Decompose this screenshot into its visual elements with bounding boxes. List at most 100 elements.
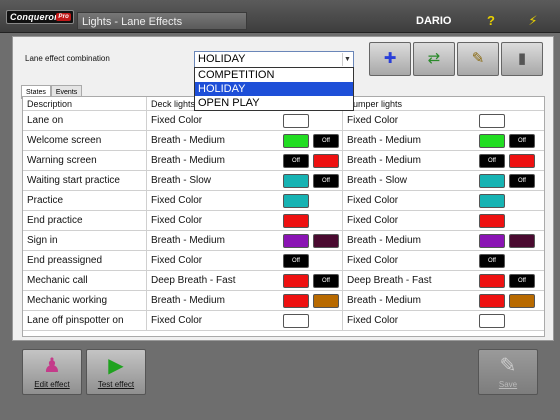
table-row[interactable]: End practice Fixed Color Fixed Color [23, 211, 544, 231]
deck-lights-cell-text: Fixed Color [151, 255, 203, 266]
chevron-down-icon[interactable]: ▼ [342, 53, 352, 66]
description-cell-text: End preassigned [27, 255, 103, 266]
deck-lights-cell-text: Deep Breath - Fast [151, 275, 236, 286]
combo-option[interactable]: OPEN PLAY [195, 96, 353, 110]
color-swatch-off[interactable]: Off [313, 174, 339, 188]
description-cell-text: Sign in [27, 235, 58, 246]
combo-option[interactable]: COMPETITION [195, 68, 353, 82]
bumper-lights-cell: Fixed Color [343, 191, 544, 210]
color-swatch[interactable] [313, 234, 339, 248]
save-button[interactable]: ✎ Save [478, 349, 538, 395]
bumper-lights-cell-text: Fixed Color [347, 315, 399, 326]
lane-effects-panel: Lane effect combination HOLIDAY ▼ COMPET… [12, 36, 554, 341]
color-swatch[interactable] [283, 194, 309, 208]
lightning-icon[interactable]: ⚡ [520, 12, 546, 30]
bumper-lights-cell-text: Breath - Medium [347, 295, 421, 306]
table-row[interactable]: Lane off pinspotter on Fixed Color Fixed C… [23, 311, 544, 331]
color-swatch[interactable] [283, 234, 309, 248]
copy-button[interactable]: ⇄ [413, 42, 455, 76]
bumper-lights-cell-text: Fixed Color [347, 255, 399, 266]
color-swatch[interactable] [479, 114, 505, 128]
deck-lights-cell: Breath - Medium [147, 231, 343, 250]
color-swatch-off[interactable]: Off [283, 254, 309, 268]
table-row[interactable]: Warning screen Breath - Medium Off Breath -… [23, 151, 544, 171]
table-row[interactable]: Lane on Fixed Color Fixed Color [23, 111, 544, 131]
color-swatch[interactable] [479, 174, 505, 188]
title-bar: Conqueror Pro Lights - Lane Effects DARI… [0, 0, 560, 33]
test-effect-button[interactable]: ▶ Test effect [86, 349, 146, 395]
color-swatch-off[interactable]: Off [479, 254, 505, 268]
play-icon: ▶ [108, 355, 124, 377]
color-swatch-off[interactable]: Off [509, 274, 535, 288]
color-swatch[interactable] [509, 234, 535, 248]
color-swatch[interactable] [283, 214, 309, 228]
description-cell-text: End practice [27, 215, 83, 226]
color-swatch[interactable] [479, 134, 505, 148]
add-button[interactable]: ✚ [369, 42, 411, 76]
description-cell: Sign in [23, 231, 147, 250]
table-row[interactable]: Mechanic working Breath - Medium Breath - … [23, 291, 544, 311]
description-cell: Welcome screen [23, 131, 147, 150]
description-cell: End preassigned [23, 251, 147, 270]
table-row[interactable]: Welcome screen Breath - Medium Off Breath -… [23, 131, 544, 151]
color-swatch[interactable] [479, 314, 505, 328]
description-cell-text: Waiting start practice [27, 175, 120, 186]
color-swatch[interactable] [479, 294, 505, 308]
color-swatch[interactable] [283, 294, 309, 308]
deck-lights-cell-text: Fixed Color [151, 215, 203, 226]
bumper-lights-cell: Fixed Color Off [343, 251, 544, 270]
color-swatch[interactable] [283, 114, 309, 128]
color-swatch-off[interactable]: Off [313, 134, 339, 148]
lane-effect-combo[interactable]: HOLIDAY ▼ [194, 51, 354, 68]
deck-lights-cell: Breath - Medium Off [147, 151, 343, 170]
table-row[interactable]: Waiting start practice Breath - Slow Off Br… [23, 171, 544, 191]
color-swatch[interactable] [479, 214, 505, 228]
color-swatch[interactable] [479, 234, 505, 248]
color-swatch[interactable] [283, 134, 309, 148]
bumper-lights-cell: Breath - Slow Off [343, 171, 544, 190]
color-swatch[interactable] [283, 314, 309, 328]
bumper-lights-cell: Fixed Color [343, 111, 544, 130]
bumper-lights-cell: Breath - Medium [343, 231, 544, 250]
combo-option-selected[interactable]: HOLIDAY [195, 82, 353, 96]
app-logo: Conqueror Pro [6, 10, 74, 24]
color-swatch[interactable] [313, 294, 339, 308]
color-swatch-off[interactable]: Off [479, 154, 505, 168]
color-swatch[interactable] [509, 294, 535, 308]
color-swatch[interactable] [479, 274, 505, 288]
table-row[interactable]: Mechanic call Deep Breath - Fast Off Deep B… [23, 271, 544, 291]
color-swatch-off[interactable]: Off [283, 154, 309, 168]
description-cell: Mechanic call [23, 271, 147, 290]
color-swatch-off[interactable]: Off [509, 174, 535, 188]
edit-effect-button[interactable]: ♟ Edit effect [22, 349, 82, 395]
help-icon[interactable]: ? [478, 12, 504, 30]
description-cell-text: Mechanic call [27, 275, 88, 286]
color-swatch[interactable] [283, 274, 309, 288]
description-cell: Lane on [23, 111, 147, 130]
deck-lights-cell: Fixed Color [147, 111, 343, 130]
window-title: Lights - Lane Effects [77, 12, 247, 30]
bumper-lights-cell: Fixed Color [343, 211, 544, 230]
description-cell: Waiting start practice [23, 171, 147, 190]
description-cell: Mechanic working [23, 291, 147, 310]
color-swatch-off[interactable]: Off [313, 274, 339, 288]
color-swatch[interactable] [313, 154, 339, 168]
color-swatch[interactable] [283, 174, 309, 188]
edit-button[interactable]: ✎ [457, 42, 499, 76]
delete-button[interactable]: ▮ [501, 42, 543, 76]
color-swatch[interactable] [509, 154, 535, 168]
deck-lights-cell: Breath - Slow Off [147, 171, 343, 190]
deck-lights-cell-text: Fixed Color [151, 115, 203, 126]
table-row[interactable]: Practice Fixed Color Fixed Color [23, 191, 544, 211]
bumper-lights-cell-text: Deep Breath - Fast [347, 275, 432, 286]
table-row[interactable]: Sign in Breath - Medium Breath - Medium [23, 231, 544, 251]
deck-lights-cell-text: Fixed Color [151, 195, 203, 206]
table-row[interactable]: End preassigned Fixed Color Off Fixed Color… [23, 251, 544, 271]
color-swatch[interactable] [479, 194, 505, 208]
edit-icon: ✎ [471, 50, 485, 67]
edit-effect-label: Edit effect [34, 380, 70, 389]
description-cell-text: Mechanic working [27, 295, 108, 306]
bumper-lights-cell: Breath - Medium Off [343, 131, 544, 150]
deck-lights-cell: Fixed Color [147, 211, 343, 230]
color-swatch-off[interactable]: Off [509, 134, 535, 148]
